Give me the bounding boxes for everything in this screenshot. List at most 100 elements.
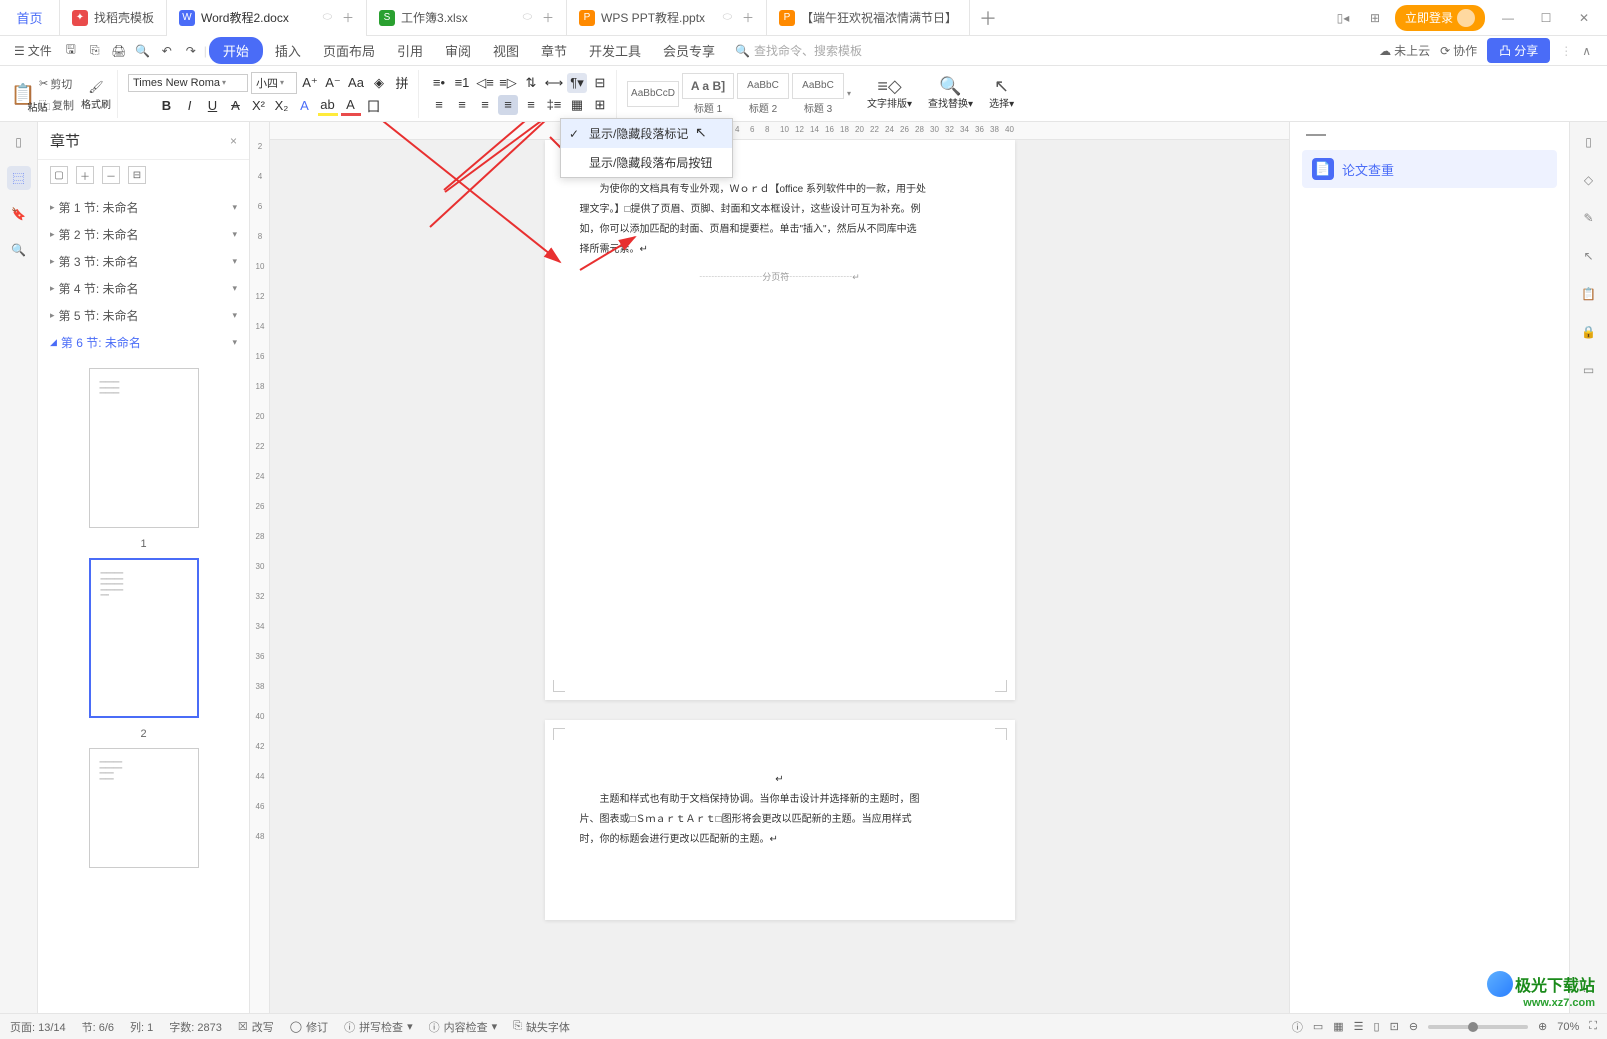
numbering-icon[interactable]: ≡1 <box>452 73 472 93</box>
pen-icon[interactable]: ✎ <box>1577 206 1601 230</box>
zoom-slider[interactable] <box>1428 1025 1528 1029</box>
web-layout-icon[interactable]: ▦ <box>1333 1020 1343 1033</box>
chapter-item[interactable]: ▸第 2 节: 未命名▾ <box>38 221 249 248</box>
spell-check[interactable]: ⓘ 拼写检查 ▾ <box>344 1019 413 1035</box>
style-h2[interactable]: AaBbC <box>737 73 789 99</box>
superscript-icon[interactable]: X² <box>249 96 269 116</box>
read-mode-icon[interactable]: ▯ <box>1374 1020 1380 1033</box>
add-tab-button[interactable]: ＋ <box>970 5 1006 31</box>
style-normal[interactable]: AaBbCcD <box>627 81 679 107</box>
menu-layout[interactable]: 页面布局 <box>313 37 385 64</box>
outline-icon[interactable]: ☰ <box>1354 1020 1364 1033</box>
lock-icon[interactable]: 🔒 <box>1577 320 1601 344</box>
menu-chapter[interactable]: 章节 <box>531 37 577 64</box>
close-button[interactable]: ✕ <box>1569 6 1599 30</box>
dd-show-hide-layout-btn[interactable]: 显示/隐藏段落布局按钮 <box>561 148 732 177</box>
para-mark-icon[interactable]: ¶▾ <box>567 73 587 93</box>
missing-font[interactable]: ⎘ 缺失字体 <box>513 1019 570 1035</box>
config-tool-icon[interactable]: ⊟ <box>128 166 146 184</box>
print-icon[interactable]: 🖨 <box>108 40 130 62</box>
remove-tool-icon[interactable]: － <box>102 166 120 184</box>
cloud-status[interactable]: ☁ 未上云 <box>1379 42 1430 59</box>
search-icon[interactable]: 🔍 <box>7 238 31 262</box>
command-search[interactable]: 🔍 查找命令、搜索模板 <box>735 42 862 59</box>
borders-icon[interactable]: ⊞ <box>590 95 610 115</box>
pin-icon[interactable]: ⬭ <box>323 11 332 24</box>
chapter-item-active[interactable]: ◢第 6 节: 未命名▾ <box>38 329 249 356</box>
view-mode-icon[interactable]: ⓘ <box>1292 1019 1303 1035</box>
screen-icon[interactable]: ▭ <box>1577 358 1601 382</box>
minimize-button[interactable]: — <box>1493 6 1523 30</box>
home-tab[interactable]: 首页 <box>0 0 60 36</box>
shading-icon[interactable]: ▦ <box>567 95 587 115</box>
subscript-icon[interactable]: X₂ <box>272 96 292 116</box>
align-right-icon[interactable]: ≡ <box>475 95 495 115</box>
sort-icon[interactable]: ⇅ <box>521 73 541 93</box>
undo-icon[interactable]: ↶ <box>156 40 178 62</box>
change-case-icon[interactable]: Aa <box>346 73 366 93</box>
text-layout-icon[interactable]: ≡◇ <box>881 77 899 95</box>
saveas-icon[interactable]: ⎘ <box>84 40 106 62</box>
sidebar-toggle-icon[interactable]: ▯ <box>1577 130 1601 154</box>
strike-icon[interactable]: A <box>226 96 246 116</box>
section-indicator[interactable]: 节: 6/6 <box>82 1019 114 1035</box>
panel-handle-icon[interactable] <box>1306 134 1326 136</box>
underline-icon[interactable]: U <box>203 96 223 116</box>
page-indicator[interactable]: 页面: 13/14 <box>10 1019 66 1035</box>
close-icon[interactable]: ＋ <box>542 9 554 26</box>
bold-icon[interactable]: B <box>157 96 177 116</box>
align-distribute-icon[interactable]: ≡ <box>521 95 541 115</box>
highlight-icon[interactable]: ab <box>318 96 338 116</box>
font-color-icon[interactable]: A <box>341 96 361 116</box>
tab-word-doc[interactable]: W Word教程2.docx ⬭ ＋ <box>167 0 367 36</box>
styles-more-icon[interactable]: ▾ <box>847 89 851 98</box>
zoom-in-icon[interactable]: ⊕ <box>1538 1020 1547 1033</box>
content-check[interactable]: ⓘ 内容检查 ▾ <box>429 1019 498 1035</box>
chapter-nav-icon[interactable]: ⿳ <box>7 166 31 190</box>
char-scale-icon[interactable]: ⟷ <box>544 73 564 93</box>
menu-reference[interactable]: 引用 <box>387 37 433 64</box>
tab-xlsx[interactable]: S 工作簿3.xlsx ⬭ ＋ <box>367 0 567 36</box>
share-button[interactable]: 凸 分享 <box>1487 38 1550 63</box>
fullscreen-icon[interactable]: ⛶ <box>1589 1020 1597 1033</box>
revise-toggle[interactable]: ☒ 改写 <box>238 1019 274 1035</box>
preview-icon[interactable]: 🔍 <box>132 40 154 62</box>
menu-view[interactable]: 视图 <box>483 37 529 64</box>
chapter-item[interactable]: ▸第 5 节: 未命名▾ <box>38 302 249 329</box>
align-justify-icon[interactable]: ≡ <box>498 95 518 115</box>
close-icon[interactable]: ＋ <box>742 9 754 26</box>
indent-dec-icon[interactable]: ◁≡ <box>475 73 495 93</box>
line-spacing-icon[interactable]: ‡≡ <box>544 95 564 115</box>
italic-icon[interactable]: I <box>180 96 200 116</box>
pin-icon[interactable]: ⬭ <box>723 11 732 24</box>
paper-check-button[interactable]: 📄 论文查重 <box>1302 150 1557 188</box>
cursor-icon[interactable]: ↖ <box>1577 244 1601 268</box>
shrink-font-icon[interactable]: A⁻ <box>323 73 343 93</box>
format-painter-icon[interactable]: 🖌 <box>87 78 105 96</box>
diamond-icon[interactable]: ◇ <box>1577 168 1601 192</box>
edit-toggle[interactable]: ◯ 修订 <box>290 1019 328 1035</box>
screenshot-icon[interactable]: ▯◂ <box>1331 6 1355 30</box>
chapter-item[interactable]: ▸第 1 节: 未命名▾ <box>38 194 249 221</box>
focus-mode-icon[interactable]: ⊡ <box>1390 1020 1399 1033</box>
find-replace-icon[interactable]: 🔍 <box>942 77 960 95</box>
tabs-icon[interactable]: ⊟ <box>590 73 610 93</box>
login-button[interactable]: 立即登录 <box>1395 5 1485 31</box>
zoom-level[interactable]: 70% <box>1557 1021 1579 1033</box>
word-count[interactable]: 字数: 2873 <box>169 1019 222 1035</box>
redo-icon[interactable]: ↷ <box>180 40 202 62</box>
font-size-select[interactable]: 小四▾ <box>251 72 297 94</box>
maximize-button[interactable]: ☐ <box>1531 6 1561 30</box>
menu-start[interactable]: 开始 <box>209 37 263 64</box>
file-menu[interactable]: ☰ 文件 <box>8 42 58 59</box>
save-icon[interactable]: 🖫 <box>60 40 82 62</box>
grow-font-icon[interactable]: A⁺ <box>300 73 320 93</box>
page-thumbnail[interactable]: ═════════════════════ <box>89 368 199 528</box>
pin-icon[interactable]: ⬭ <box>523 11 532 24</box>
text-effect-icon[interactable]: A <box>295 96 315 116</box>
style-h1[interactable]: A a B] <box>682 73 734 99</box>
indent-inc-icon[interactable]: ≡▷ <box>498 73 518 93</box>
font-name-select[interactable]: Times New Roma▾ <box>128 74 248 92</box>
add-tool-icon[interactable]: ＋ <box>76 166 94 184</box>
document-page[interactable]: ↵ 主题和样式也有助于文档保持协调。当你单击设计并选择新的主题时，图 片、图表或… <box>545 720 1015 920</box>
